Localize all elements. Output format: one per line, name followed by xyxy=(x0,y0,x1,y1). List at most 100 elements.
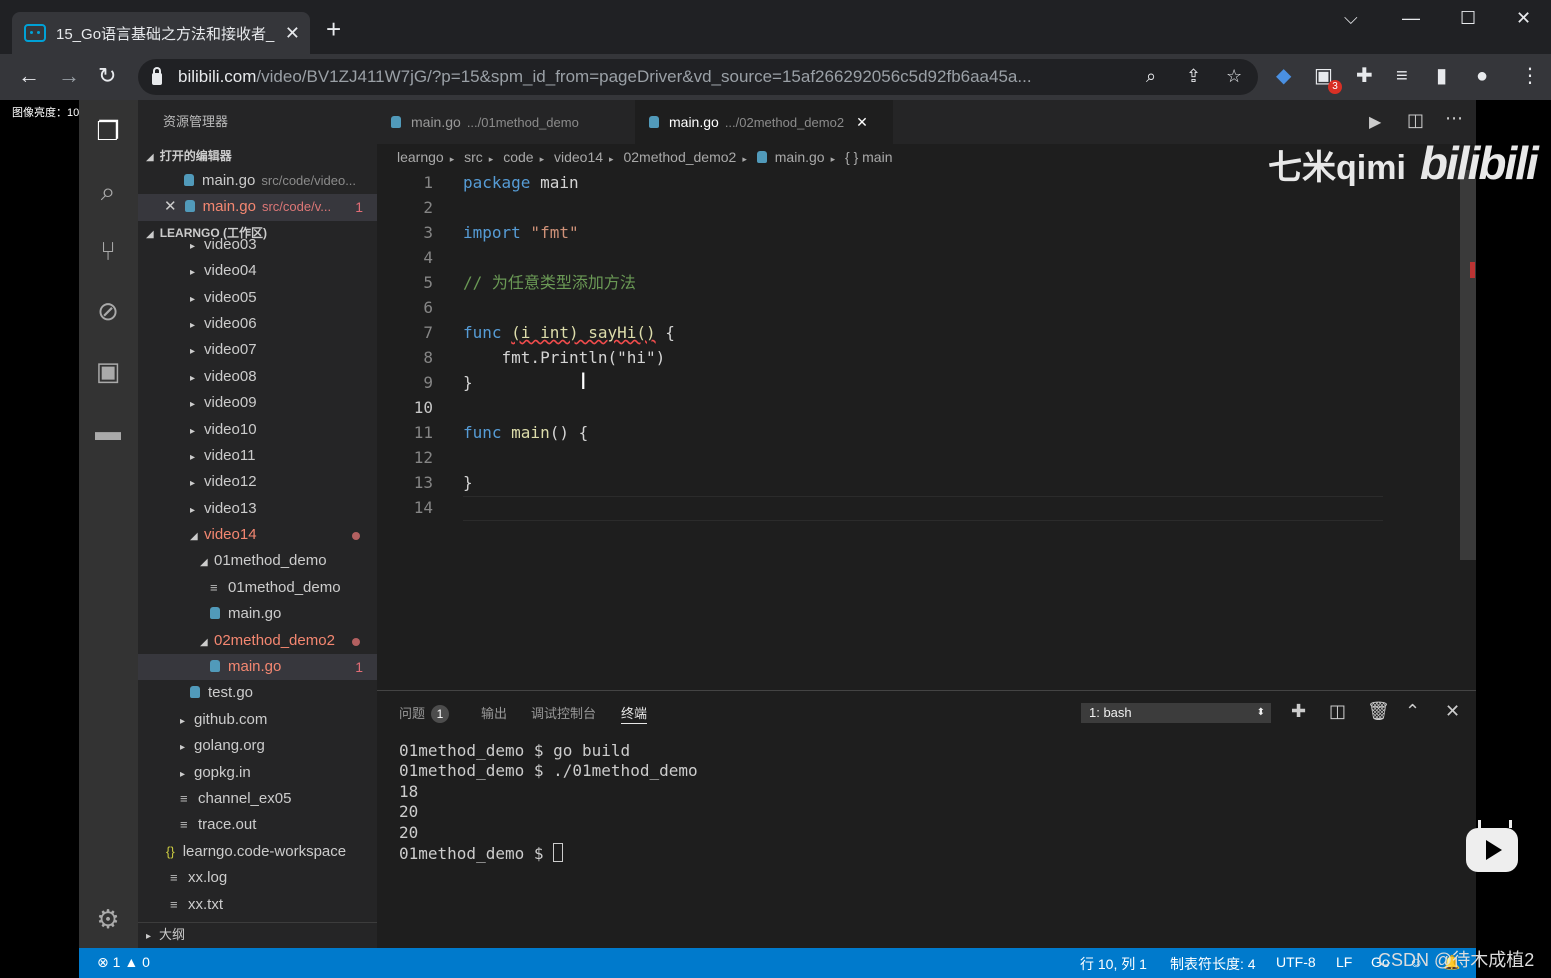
file-item[interactable]: ≡ xx.txt xyxy=(138,892,377,918)
search-icon[interactable]: ⌕ xyxy=(93,176,123,206)
run-play-icon[interactable]: ▶ xyxy=(1369,112,1381,132)
terminal-select[interactable]: 1: bash ⬍ xyxy=(1081,703,1271,723)
lock-icon[interactable] xyxy=(152,67,162,85)
folder-item[interactable]: ▸ video03 xyxy=(138,232,377,258)
breadcrumb-item[interactable]: 02method_demo2 xyxy=(623,149,736,165)
folder-item[interactable]: ▸ video08 xyxy=(138,364,377,390)
tab-problems[interactable]: 问题 1 xyxy=(399,703,450,723)
browser-tab[interactable]: 15_Go语言基础之方法和接收者_ ✕ xyxy=(12,12,310,54)
go-file-icon xyxy=(649,116,659,128)
folder-item[interactable]: ◢ 02method_demo2 xyxy=(138,628,377,654)
folder-item[interactable]: ▸ video04 xyxy=(138,258,377,284)
explorer-files-icon[interactable]: ❐ xyxy=(93,116,123,146)
close-editor-icon[interactable]: ✕ xyxy=(164,198,177,215)
breadcrumb-item[interactable]: code xyxy=(503,149,533,165)
back-arrow-icon[interactable]: ← xyxy=(18,65,40,87)
forward-arrow-icon[interactable]: → xyxy=(58,65,80,87)
file-item[interactable]: ≡ channel_ex05 xyxy=(138,786,377,812)
bilibili-play-icon[interactable] xyxy=(1466,820,1518,872)
file-item[interactable]: main.go xyxy=(138,601,377,627)
extension-gem-icon[interactable]: ◆ xyxy=(1276,66,1291,86)
open-editors-header[interactable]: ◢ 打开的编辑器 xyxy=(138,144,377,168)
open-editor-item-active[interactable]: ✕ main.go src/code/v... 1 xyxy=(138,194,377,221)
close-panel-icon[interactable]: ✕ xyxy=(1445,701,1460,721)
more-actions-icon[interactable]: ⋯ xyxy=(1445,108,1463,129)
maximize-icon[interactable]: ☐ xyxy=(1460,8,1476,29)
debug-icon[interactable]: ⊘ xyxy=(93,296,123,326)
bottom-panel: 问题 1 输出 调试控制台 终端 1: bash ⬍ ✚ ◫ 🗑 ⌃ ✕ 01met… xyxy=(377,690,1476,948)
go-file-icon xyxy=(210,660,220,673)
terminal-output[interactable]: 01method_demo $ go build 01method_demo $ … xyxy=(399,741,698,864)
text-file-icon: ≡ xyxy=(170,870,178,886)
folder-icon[interactable]: ▬ xyxy=(93,416,123,446)
url-text[interactable]: bilibili.com/video/BV1ZJ411W7jG/?p=15&sp… xyxy=(178,67,1138,87)
folder-item[interactable]: ▸ github.com xyxy=(138,707,377,733)
line-ending[interactable]: LF xyxy=(1336,954,1352,970)
source-control-icon[interactable]: ⑂ xyxy=(93,236,123,266)
maximize-panel-chevron-up-icon[interactable]: ⌃ xyxy=(1405,701,1420,721)
file-item-selected[interactable]: main.go 1 xyxy=(138,654,377,681)
outline-header[interactable]: ▸ 大纲 xyxy=(138,922,377,946)
editor-scrollbar[interactable] xyxy=(1460,170,1476,560)
menu-kebab-icon[interactable]: ⋮ xyxy=(1520,66,1540,86)
folder-item[interactable]: ▸ video10 xyxy=(138,417,377,443)
problems-status[interactable]: ⊗ 1 ▲ 0 xyxy=(97,954,150,971)
file-item[interactable]: ≡ xx.log xyxy=(138,865,377,891)
folder-item[interactable]: ▸ video07 xyxy=(138,337,377,363)
breadcrumb-item[interactable]: learngo xyxy=(397,149,444,165)
tab-debug-console[interactable]: 调试控制台 xyxy=(531,703,596,722)
editor-tab-active[interactable]: main.go .../02method_demo2 ✕ xyxy=(635,100,893,144)
extensions-icon[interactable]: ▣ xyxy=(93,356,123,386)
file-item[interactable]: ≡ 01method_demo xyxy=(138,575,377,601)
encoding[interactable]: UTF-8 xyxy=(1276,954,1316,970)
media-playlist-icon[interactable]: ≡ xyxy=(1396,66,1408,86)
cursor-position[interactable]: 行 10, 列 1 xyxy=(1080,954,1147,974)
bilibili-favicon-icon xyxy=(24,24,46,42)
tab-terminal[interactable]: 终端 xyxy=(621,703,647,722)
close-window-icon[interactable]: ✕ xyxy=(1516,8,1531,29)
profile-avatar-icon[interactable]: ● xyxy=(1476,66,1488,86)
folder-item[interactable]: ▸ video13 xyxy=(138,496,377,522)
select-caret-icon: ⬍ xyxy=(1256,707,1265,718)
tab-output[interactable]: 输出 xyxy=(481,703,507,722)
breadcrumb-item[interactable]: main.go xyxy=(775,149,825,165)
folder-item[interactable]: ▸ gopkg.in xyxy=(138,760,377,786)
close-tab-icon[interactable]: ✕ xyxy=(856,114,868,131)
puzzle-extensions-icon[interactable]: ✚ xyxy=(1356,66,1373,86)
folder-item[interactable]: ◢ 01method_demo xyxy=(138,548,377,574)
minimize-icon[interactable]: — xyxy=(1402,8,1420,29)
status-bar: ⊗ 1 ▲ 0 行 10, 列 1 制表符长度: 4 UTF-8 LF Go ☺… xyxy=(79,948,1476,978)
folder-item[interactable]: ▸ video09 xyxy=(138,390,377,416)
zoom-icon[interactable]: ⌕ xyxy=(1146,66,1156,87)
folder-item[interactable]: ▸ golang.org xyxy=(138,733,377,759)
settings-gear-icon[interactable]: ⚙ xyxy=(93,904,123,934)
new-terminal-plus-icon[interactable]: ✚ xyxy=(1291,701,1306,721)
editor-tab-inactive[interactable]: main.go .../01method_demo xyxy=(377,100,633,144)
breadcrumb-item[interactable]: { } main xyxy=(845,149,892,165)
breadcrumb-item[interactable]: video14 xyxy=(554,149,603,165)
file-item[interactable]: test.go xyxy=(138,680,377,706)
share-icon[interactable]: ⇪ xyxy=(1186,66,1201,87)
bookmark-star-icon[interactable]: ☆ xyxy=(1226,66,1242,87)
folder-item[interactable]: ▸ video12 xyxy=(138,469,377,495)
tab-size[interactable]: 制表符长度: 4 xyxy=(1170,954,1256,974)
folder-item-video14[interactable]: ◢ video14 xyxy=(138,522,377,548)
address-bar[interactable]: bilibili.com/video/BV1ZJ411W7jG/?p=15&sp… xyxy=(138,59,1258,95)
folder-item[interactable]: ▸ video11 xyxy=(138,443,377,469)
reload-icon[interactable]: ↻ xyxy=(98,65,116,87)
open-editor-item[interactable]: main.go src/code/video... xyxy=(138,168,377,194)
split-editor-icon[interactable]: ◫ xyxy=(1407,110,1424,131)
folder-item[interactable]: ▸ video05 xyxy=(138,285,377,311)
tab-title: 15_Go语言基础之方法和接收者_ xyxy=(56,25,275,43)
new-tab-button[interactable]: + xyxy=(326,16,341,42)
folder-item[interactable]: ▸ video06 xyxy=(138,311,377,337)
file-item[interactable]: ≡ trace.out xyxy=(138,812,377,838)
kill-terminal-trash-icon[interactable]: 🗑 xyxy=(1367,701,1390,721)
breadcrumb-item[interactable]: src xyxy=(464,149,483,165)
file-item[interactable]: {} learngo.code-workspace xyxy=(138,839,377,865)
tab-search-chevron-icon[interactable]: ⌵ xyxy=(1344,8,1358,29)
split-terminal-icon[interactable]: ◫ xyxy=(1329,701,1346,721)
side-panel-icon[interactable]: ▮ xyxy=(1436,66,1447,86)
tab-close-icon[interactable]: ✕ xyxy=(285,23,300,44)
line-number: 7 xyxy=(423,323,433,342)
